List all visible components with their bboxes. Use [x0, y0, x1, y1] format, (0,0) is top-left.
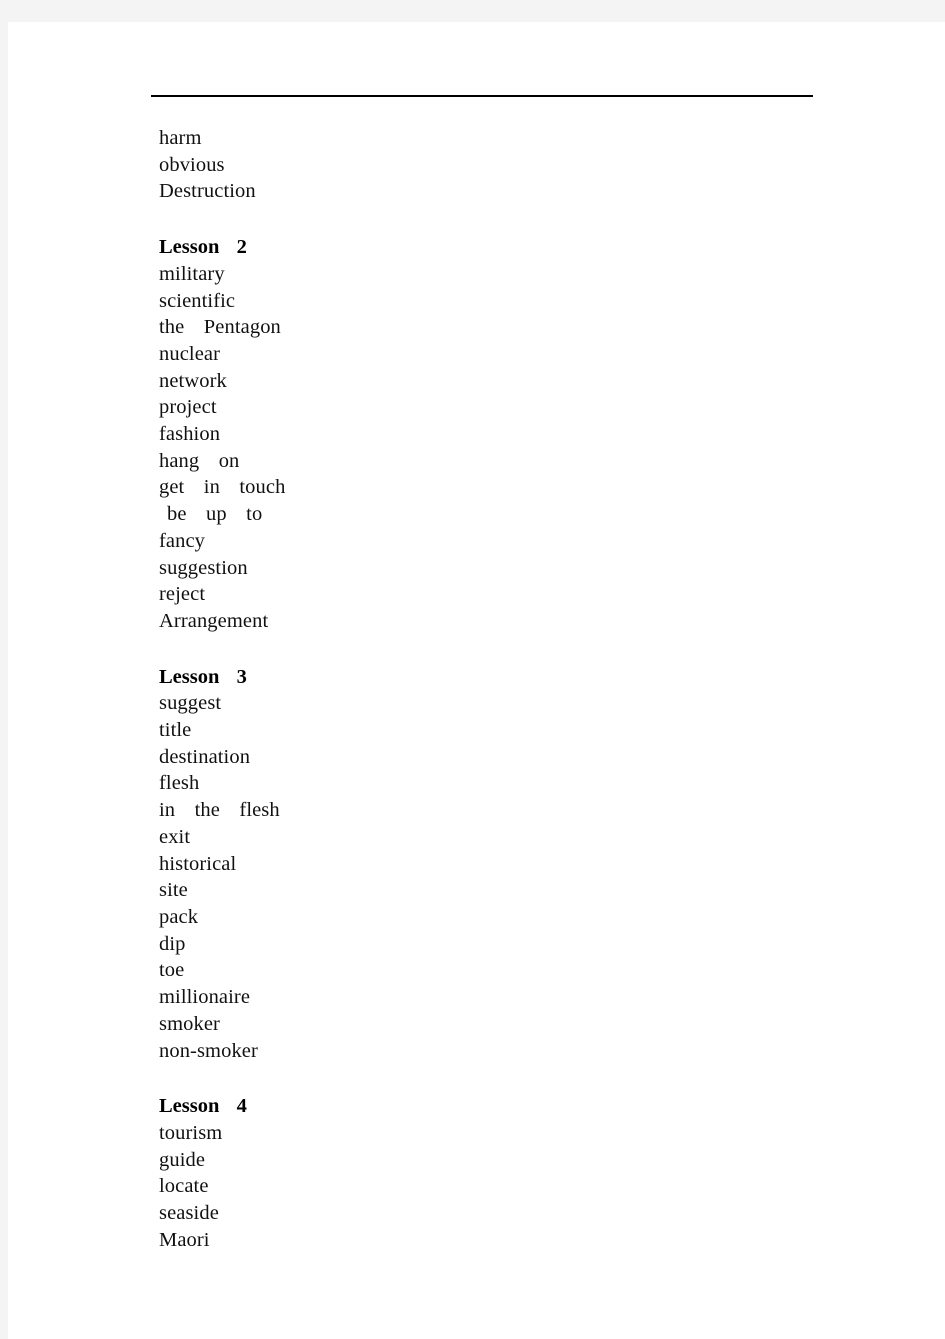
vocabulary-entry: in the flesh: [159, 799, 280, 822]
vocabulary-entry: be up to: [167, 503, 263, 526]
vocabulary-entry: nuclear: [159, 342, 221, 365]
vocabulary-entry: Destruction: [159, 180, 256, 203]
vocabulary-entry: Arrangement: [159, 609, 269, 632]
vocabulary-entry: historical: [159, 852, 237, 875]
vocabulary-entry: exit: [159, 825, 191, 848]
vocabulary-entry: pack: [159, 905, 199, 928]
document-content-column: harm obvious Destruction Lesson 2 military sc…: [151, 95, 831, 1253]
vocabulary-entry: obvious: [159, 153, 225, 176]
vocabulary-entry: Maori: [159, 1228, 210, 1251]
vocabulary-entry: dip: [159, 932, 186, 955]
vocabulary-entry: network: [159, 369, 227, 392]
vocabulary-entry: non-smoker: [159, 1039, 258, 1062]
vocabulary-entry: fashion: [159, 423, 221, 446]
vocabulary-entry: tourism: [159, 1121, 223, 1144]
vocabulary-entry: guide: [159, 1148, 206, 1171]
vocabulary-entry: smoker: [159, 1012, 220, 1035]
vocabulary-entry: scientific: [159, 289, 236, 312]
vocabulary-entry: project: [159, 396, 217, 419]
vocabulary-entry: destination: [159, 745, 251, 768]
vocabulary-entry: hang on: [159, 449, 240, 472]
vocabulary-entry: locate: [159, 1175, 209, 1198]
vocabulary-word-list: harm obvious Destruction Lesson 2 military sc…: [151, 125, 831, 1253]
lesson-heading: Lesson 3: [159, 665, 247, 688]
vocabulary-entry: toe: [159, 959, 185, 982]
vocabulary-entry: seaside: [159, 1202, 219, 1225]
vocabulary-entry: military: [159, 262, 225, 285]
vocabulary-entry: reject: [159, 583, 206, 606]
vocabulary-entry: site: [159, 879, 188, 902]
vocabulary-entry: title: [159, 719, 192, 742]
vocabulary-entry: the Pentagon: [159, 316, 281, 339]
lesson-heading: Lesson 2: [159, 236, 247, 259]
vocabulary-entry: millionaire: [159, 986, 251, 1009]
rule-to-text-spacer: [151, 97, 831, 125]
vocabulary-entry: harm: [159, 127, 202, 149]
vocabulary-entry: get in touch: [159, 476, 286, 499]
document-page-sheet: harm obvious Destruction Lesson 2 military sc…: [8, 22, 945, 1339]
vocabulary-entry: suggestion: [159, 556, 248, 579]
lesson-heading: Lesson 4: [159, 1095, 247, 1118]
vocabulary-entry: fancy: [159, 529, 206, 552]
vocabulary-entry: flesh: [159, 772, 200, 795]
vocabulary-entry: suggest: [159, 692, 222, 715]
